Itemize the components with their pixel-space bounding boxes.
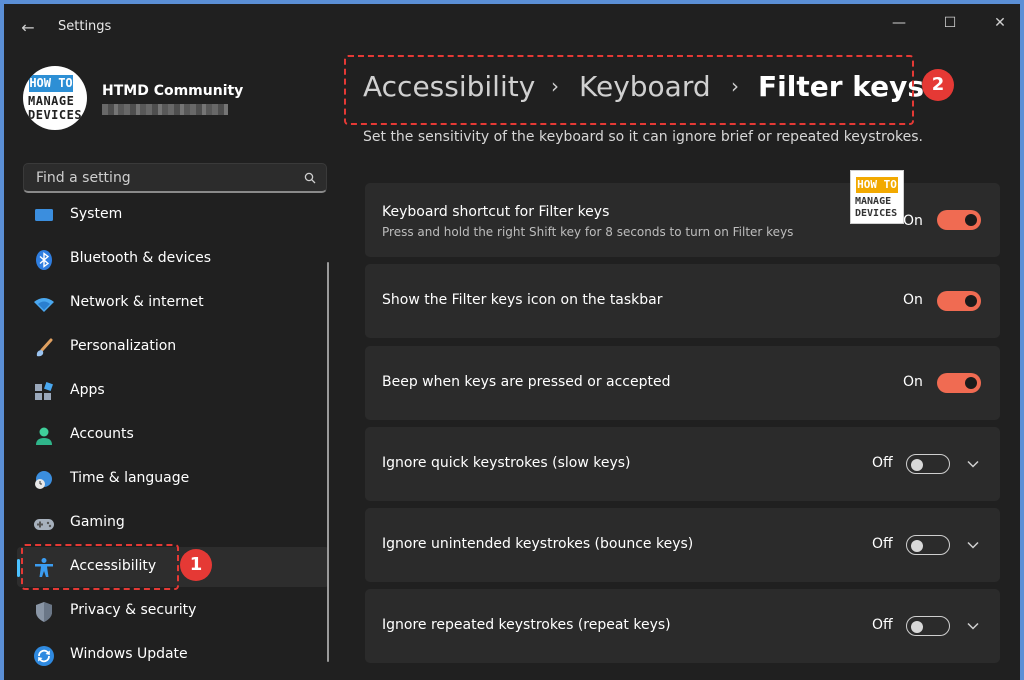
toggle-keyboard-shortcut[interactable]	[937, 210, 981, 230]
sidebar-nav: System Bluetooth & devices Network & int…	[17, 204, 329, 680]
setting-title: Show the Filter keys icon on the taskbar	[382, 292, 663, 308]
setting-title: Beep when keys are pressed or accepted	[382, 374, 671, 390]
avatar-logo-text-1: HOW TO	[29, 75, 73, 92]
toggle-knob	[965, 214, 977, 226]
setting-title: Ignore unintended keystrokes (bounce key…	[382, 536, 694, 552]
toggle-state-label: On	[903, 213, 923, 229]
setting-title: Keyboard shortcut for Filter keys	[382, 204, 610, 220]
chevron-down-icon[interactable]	[965, 618, 981, 634]
apps-icon	[35, 382, 53, 400]
sidebar-item-personalization[interactable]: Personalization	[17, 327, 329, 367]
settings-window: ← Settings — ☐ ✕ HOW TO MANAGE DEVICES H…	[4, 4, 1020, 680]
shield-icon	[36, 602, 52, 622]
toggle-knob	[911, 459, 923, 471]
toggle-state-label: On	[903, 292, 923, 308]
chevron-down-icon[interactable]	[965, 456, 981, 472]
brush-icon	[36, 338, 53, 357]
annotation-badge-1: 1	[180, 549, 212, 581]
watermark-logo: HOW TO MANAGE DEVICES	[850, 170, 904, 224]
sidebar-item-accounts[interactable]: Accounts	[17, 415, 329, 455]
toggle-taskbar-icon[interactable]	[937, 291, 981, 311]
sidebar-item-gaming[interactable]: Gaming	[17, 503, 329, 543]
sidebar-item-label: Network & internet	[70, 294, 204, 310]
sidebar-item-label: Privacy & security	[70, 602, 197, 618]
sidebar-item-label: Personalization	[70, 338, 177, 354]
user-email-redacted	[102, 104, 228, 115]
sidebar-item-privacy-security[interactable]: Privacy & security	[17, 591, 329, 631]
watermark-text-1: HOW TO	[856, 177, 898, 193]
annotation-badge-2: 2	[922, 69, 954, 101]
sidebar-item-time-language[interactable]: Time & language	[17, 459, 329, 499]
toggle-beep[interactable]	[937, 373, 981, 393]
toggle-knob	[965, 295, 977, 307]
avatar-logo-text-3: DEVICES	[28, 108, 83, 122]
setting-slow-keys[interactable]: Ignore quick keystrokes (slow keys) Off	[365, 427, 1000, 501]
toggle-repeat-keys[interactable]	[906, 616, 950, 636]
annotation-box-breadcrumb	[344, 55, 914, 125]
bluetooth-icon	[36, 250, 52, 270]
minimize-icon[interactable]: —	[886, 12, 912, 34]
search-placeholder: Find a setting	[36, 170, 131, 186]
sidebar-item-label: System	[70, 206, 123, 222]
toggle-state-label: Off	[872, 617, 893, 633]
user-name: HTMD Community	[102, 83, 244, 99]
sidebar-item-label: Apps	[70, 382, 105, 398]
sidebar-item-label: Time & language	[70, 470, 190, 486]
app-title: Settings	[58, 19, 112, 34]
setting-bounce-keys[interactable]: Ignore unintended keystrokes (bounce key…	[365, 508, 1000, 582]
title-bar: ← Settings — ☐ ✕	[4, 4, 1020, 52]
toggle-state-label: On	[903, 374, 923, 390]
system-icon	[35, 209, 53, 221]
sidebar-item-label: Bluetooth & devices	[70, 250, 212, 266]
gamepad-icon	[34, 519, 54, 530]
setting-title: Ignore repeated keystrokes (repeat keys)	[382, 617, 671, 633]
toggle-state-label: Off	[872, 455, 893, 471]
toggle-knob	[911, 621, 923, 633]
watermark-text-2: MANAGE	[855, 196, 892, 207]
chevron-down-icon[interactable]	[965, 537, 981, 553]
close-icon[interactable]: ✕	[987, 12, 1013, 34]
sidebar-scrollbar[interactable]	[327, 262, 329, 662]
active-indicator	[17, 559, 20, 577]
toggle-bounce-keys[interactable]	[906, 535, 950, 555]
setting-keyboard-shortcut[interactable]: Keyboard shortcut for Filter keys Press …	[365, 183, 1000, 257]
toggle-state-label: Off	[872, 536, 893, 552]
maximize-icon[interactable]: ☐	[937, 12, 963, 34]
setting-repeat-keys[interactable]: Ignore repeated keystrokes (repeat keys)…	[365, 589, 1000, 663]
sidebar-item-label: Accounts	[70, 426, 134, 442]
toggle-knob	[965, 377, 977, 389]
setting-title: Ignore quick keystrokes (slow keys)	[382, 455, 631, 471]
search-icon	[304, 172, 316, 184]
setting-subtitle: Press and hold the right Shift key for 8…	[382, 225, 794, 239]
sidebar-item-label: Gaming	[70, 514, 125, 530]
wifi-icon	[34, 298, 54, 312]
setting-taskbar-icon[interactable]: Show the Filter keys icon on the taskbar…	[365, 264, 1000, 338]
sidebar-item-network[interactable]: Network & internet	[17, 283, 329, 323]
sidebar-item-apps[interactable]: Apps	[17, 371, 329, 411]
update-icon	[34, 646, 54, 666]
sidebar-item-system[interactable]: System	[17, 204, 329, 235]
toggle-slow-keys[interactable]	[906, 454, 950, 474]
toggle-knob	[911, 540, 923, 552]
back-arrow-icon[interactable]: ←	[18, 18, 38, 38]
sidebar-item-label: Windows Update	[70, 646, 188, 662]
avatar[interactable]: HOW TO MANAGE DEVICES	[23, 66, 87, 130]
search-input[interactable]: Find a setting	[23, 163, 327, 193]
sidebar-item-windows-update[interactable]: Windows Update	[17, 635, 329, 675]
annotation-box-accessibility	[21, 544, 179, 590]
setting-beep[interactable]: Beep when keys are pressed or accepted O…	[365, 346, 1000, 420]
watermark-text-3: DEVICES	[855, 208, 898, 219]
person-icon	[36, 427, 52, 445]
avatar-logo-text-2: MANAGE	[28, 94, 75, 108]
page-description: Set the sensitivity of the keyboard so i…	[363, 129, 923, 145]
globe-clock-icon	[35, 471, 52, 489]
sidebar-item-bluetooth[interactable]: Bluetooth & devices	[17, 239, 329, 279]
